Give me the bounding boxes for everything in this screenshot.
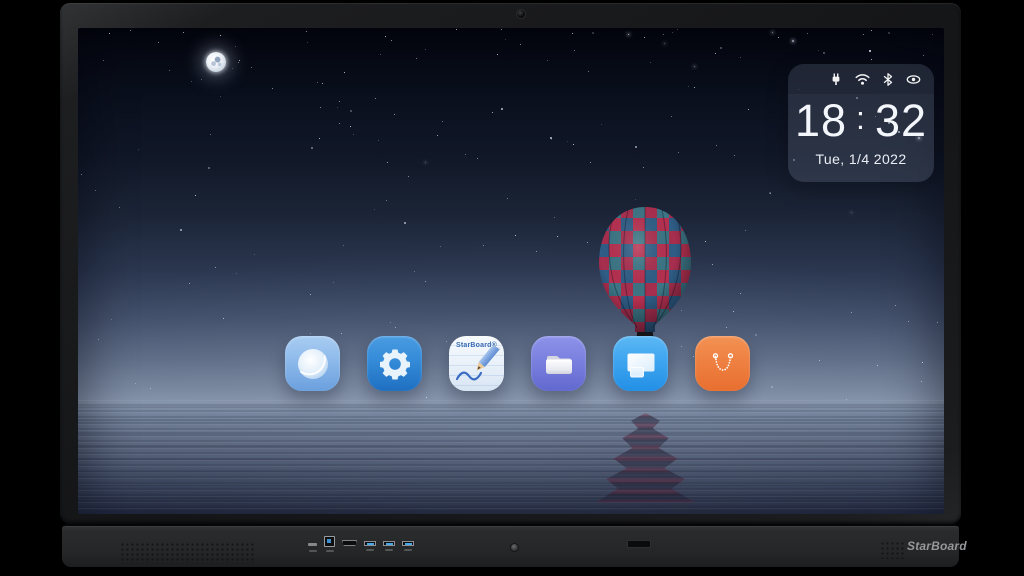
whiteboard-pencil-icon [453,347,501,387]
hdmi-port [342,540,357,546]
moon-icon [206,52,226,72]
soundbar-bezel: StarBoard [62,524,959,567]
water-ripples [78,400,944,514]
app-dock: StarBoard® [285,336,750,391]
speaker-grille-right [880,541,906,559]
interactive-display-device: 18 : 32 Tue, 1/4 2022 [60,3,961,567]
bluetooth-icon [883,73,893,86]
app-icon-whiteboard[interactable]: StarBoard® [449,336,504,391]
status-bar [788,64,934,94]
screen-mirror-icon [623,346,659,382]
display-bezel: 18 : 32 Tue, 1/4 2022 [60,3,961,524]
home-screen-wallpaper: 18 : 32 Tue, 1/4 2022 [78,28,944,514]
shopping-bag-icon [705,346,741,382]
camera-icon [516,9,526,19]
ir-sensor-slot [627,540,651,548]
wifi-icon [855,73,870,85]
app-icon-app-store[interactable] [695,336,750,391]
app-icon-file-manager[interactable] [531,336,586,391]
hot-air-balloon-image [597,205,693,349]
clock-separator: : [856,102,866,134]
folder-icon [541,346,577,382]
brand-logo: StarBoard [907,539,962,553]
clock-minute: 32 [875,98,927,143]
usb-b-touch-port [324,536,335,547]
usb-port [364,541,376,546]
app-icon-screen-share[interactable] [613,336,668,391]
ac-port [308,543,317,546]
settings-gear-icon [378,347,412,381]
usb-plug-icon [830,73,842,86]
browser-globe-icon [295,346,331,382]
clock-widget[interactable]: 18 : 32 Tue, 1/4 2022 [788,64,934,182]
usb-port [402,541,414,546]
app-icon-settings[interactable] [367,336,422,391]
app-icon-browser[interactable] [285,336,340,391]
eye-protection-icon [906,74,921,85]
clock-date: Tue, 1/4 2022 [788,151,934,167]
power-button [510,543,519,552]
port-cluster [308,536,414,547]
clock-hour: 18 [795,98,847,143]
clock-time: 18 : 32 [788,98,934,143]
speaker-grille-left [120,542,254,564]
usb-port [383,541,395,546]
